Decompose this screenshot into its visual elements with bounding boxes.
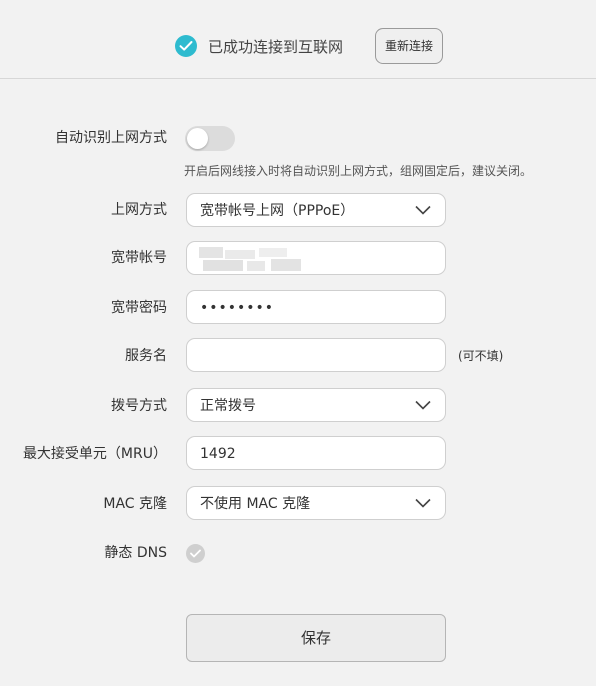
password-value: •••••••• [200, 300, 275, 316]
chevron-down-icon [415, 205, 431, 215]
mac-clone-label: MAC 克隆 [103, 496, 167, 512]
mac-clone-value: 不使用 MAC 克隆 [200, 496, 311, 512]
service-name-input[interactable] [186, 338, 446, 372]
connection-type-value: 宽带帐号上网（PPPoE） [200, 203, 355, 219]
service-name-note: (可不填) [458, 349, 504, 363]
connection-status-bar: 已成功连接到互联网 重新连接 [0, 0, 596, 79]
redacted-account-value [195, 246, 307, 272]
password-input[interactable]: •••••••• [186, 290, 446, 324]
connection-type-select[interactable]: 宽带帐号上网（PPPoE） [186, 193, 446, 227]
static-dns-label: 静态 DNS [104, 545, 167, 561]
chevron-down-icon [415, 498, 431, 508]
auto-detect-toggle[interactable] [185, 126, 235, 151]
reconnect-button[interactable]: 重新连接 [375, 28, 443, 64]
check-icon [190, 549, 201, 558]
account-input[interactable] [186, 241, 446, 275]
network-settings-page: 已成功连接到互联网 重新连接 自动识别上网方式 开启后网线接入时将自动识别上网方… [0, 0, 596, 686]
connection-status-text: 已成功连接到互联网 [208, 38, 344, 56]
connection-type-label: 上网方式 [111, 202, 167, 218]
mac-clone-select[interactable]: 不使用 MAC 克隆 [186, 486, 446, 520]
auto-detect-label: 自动识别上网方式 [55, 130, 167, 146]
service-name-label: 服务名 [125, 348, 167, 364]
mru-input[interactable]: 1492 [186, 436, 446, 470]
auto-detect-hint: 开启后网线接入时将自动识别上网方式，组网固定后，建议关闭。 [184, 164, 533, 178]
toggle-knob [187, 128, 208, 149]
password-label: 宽带密码 [111, 300, 167, 316]
check-circle-icon [175, 35, 197, 57]
static-dns-checkbox[interactable] [186, 544, 205, 563]
dial-mode-select[interactable]: 正常拨号 [186, 388, 446, 422]
mru-value: 1492 [200, 446, 236, 462]
dial-mode-label: 拨号方式 [111, 398, 167, 414]
chevron-down-icon [415, 400, 431, 410]
mru-label: 最大接受单元（MRU） [22, 446, 167, 462]
dial-mode-value: 正常拨号 [200, 398, 256, 414]
account-label: 宽带帐号 [111, 250, 167, 266]
save-button[interactable]: 保存 [186, 614, 446, 662]
